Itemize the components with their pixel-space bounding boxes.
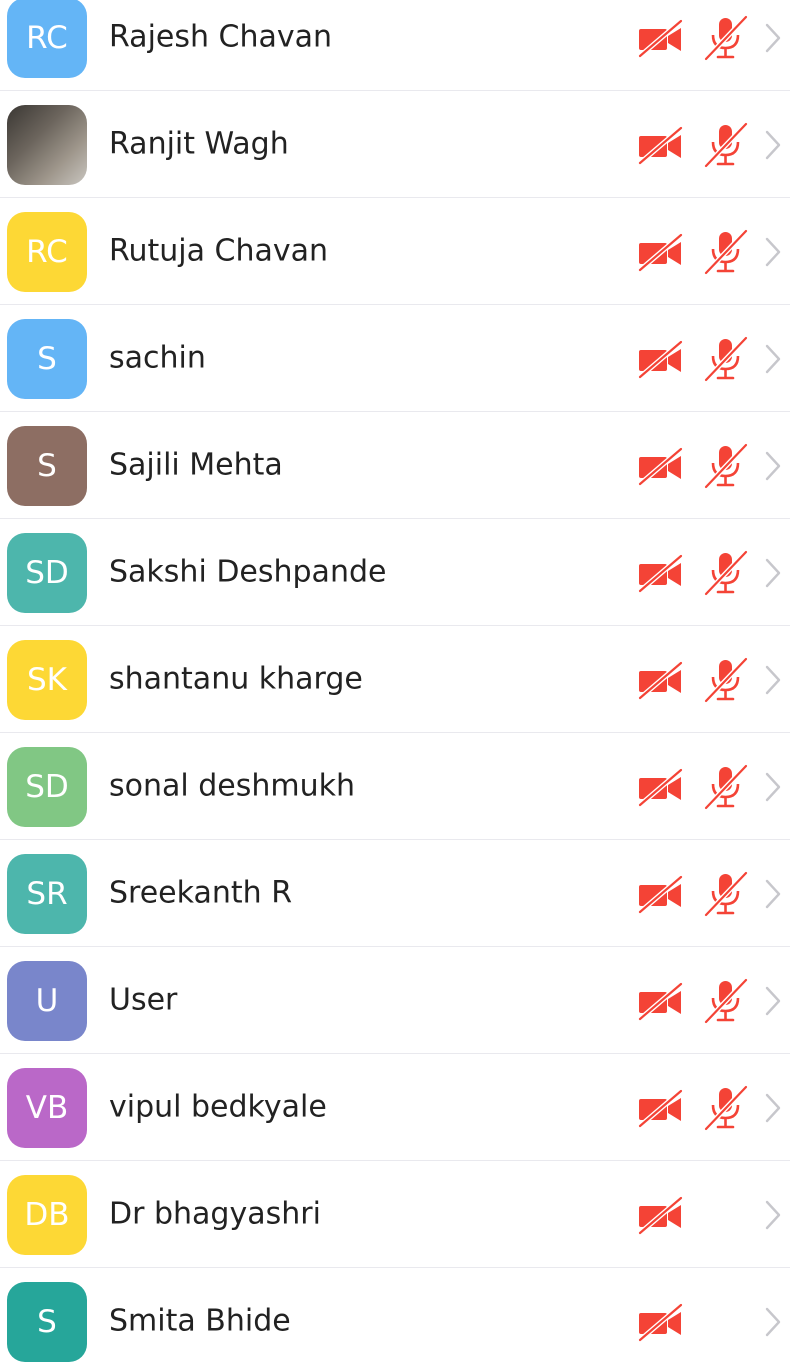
chevron-right-icon[interactable] xyxy=(764,22,782,54)
avatar-initials: RC xyxy=(26,234,68,270)
chevron-right-icon[interactable] xyxy=(764,1092,782,1124)
mic-off-icon xyxy=(703,121,749,169)
participant-name: Dr bhagyashri xyxy=(109,1196,321,1232)
participant-name: Smita Bhide xyxy=(109,1303,291,1339)
chevron-right-icon[interactable] xyxy=(764,985,782,1017)
video-off-icon xyxy=(637,553,685,594)
participant-name: sonal deshmukh xyxy=(109,768,356,804)
mic-off-icon xyxy=(703,228,749,276)
mic-off-icon xyxy=(703,763,749,811)
avatar-photo xyxy=(7,105,87,185)
avatar-initials: S xyxy=(37,448,57,484)
mic-off-icon xyxy=(703,977,749,1025)
participant-name: User xyxy=(109,982,178,1018)
avatar: RC xyxy=(7,0,87,78)
chevron-right-icon[interactable] xyxy=(764,1199,782,1231)
avatar: DB xyxy=(7,1175,87,1255)
avatar-initials: SD xyxy=(25,769,69,805)
participant-name: Sreekanth R xyxy=(109,875,293,911)
participant-row[interactable]: SK shantanu kharge xyxy=(0,626,790,733)
chevron-right-icon[interactable] xyxy=(764,771,782,803)
avatar-initials: S xyxy=(37,1304,57,1340)
avatar: S xyxy=(7,319,87,399)
participant-row[interactable]: Ssachin xyxy=(0,305,790,412)
participant-name: shantanu kharge xyxy=(109,661,363,697)
avatar-initials: RC xyxy=(26,20,68,56)
participant-row[interactable]: RC Rajesh Chavan xyxy=(0,0,790,91)
avatar: RC xyxy=(7,212,87,292)
mic-off-icon xyxy=(703,1084,749,1132)
video-off-icon xyxy=(637,874,685,915)
video-off-icon xyxy=(637,446,685,487)
avatar-initials: SR xyxy=(26,876,68,912)
avatar-initials: S xyxy=(37,341,57,377)
avatar-initials: DB xyxy=(24,1197,70,1233)
avatar: U xyxy=(7,961,87,1041)
video-off-icon xyxy=(637,1302,685,1343)
chevron-right-icon[interactable] xyxy=(764,129,782,161)
chevron-right-icon[interactable] xyxy=(764,343,782,375)
mic-off-icon xyxy=(703,335,749,383)
avatar: SR xyxy=(7,854,87,934)
chevron-right-icon[interactable] xyxy=(764,450,782,482)
mic-off-icon xyxy=(703,14,749,62)
video-off-icon xyxy=(637,125,685,166)
participant-name: Rajesh Chavan xyxy=(109,19,333,55)
avatar: SD xyxy=(7,747,87,827)
chevron-right-icon[interactable] xyxy=(764,664,782,696)
avatar-initials: SK xyxy=(26,662,67,698)
avatar: SD xyxy=(7,533,87,613)
video-off-icon xyxy=(637,660,685,701)
video-off-icon xyxy=(637,18,685,59)
participant-row[interactable]: S Smita Bhide xyxy=(0,1268,790,1364)
participant-row[interactable]: SD Sakshi Deshpande xyxy=(0,519,790,626)
mic-off-icon xyxy=(703,870,749,918)
participant-row[interactable]: S Sajili Mehta xyxy=(0,412,790,519)
avatar: S xyxy=(7,1282,87,1362)
participant-row[interactable]: U User xyxy=(0,947,790,1054)
chevron-right-icon[interactable] xyxy=(764,878,782,910)
video-off-icon xyxy=(637,767,685,808)
mic-off-icon xyxy=(703,549,749,597)
video-off-icon xyxy=(637,1088,685,1129)
participant-list: RC Rajesh Chavan Ranjit Wagh RC Rutuja Cha… xyxy=(0,0,790,1364)
avatar-initials: VB xyxy=(25,1090,69,1126)
video-off-icon xyxy=(637,981,685,1022)
video-off-icon xyxy=(637,1195,685,1236)
participant-row[interactable]: SD sonal deshmukh xyxy=(0,733,790,840)
avatar-initials: SD xyxy=(25,555,69,591)
chevron-right-icon[interactable] xyxy=(764,1306,782,1338)
participant-name: Rutuja Chavan xyxy=(109,233,329,269)
participant-row[interactable]: Ranjit Wagh xyxy=(0,91,790,198)
mic-off-icon xyxy=(703,656,749,704)
mic-off-icon xyxy=(703,442,749,490)
participant-name: vipul bedkyale xyxy=(109,1089,327,1125)
participant-row[interactable]: DB Dr bhagyashri xyxy=(0,1161,790,1268)
participant-name: Sajili Mehta xyxy=(109,447,283,483)
avatar: SK xyxy=(7,640,87,720)
avatar: VB xyxy=(7,1068,87,1148)
participant-row[interactable]: VB vipul bedkyale xyxy=(0,1054,790,1161)
participant-name: Ranjit Wagh xyxy=(109,126,289,162)
video-off-icon xyxy=(637,339,685,380)
chevron-right-icon[interactable] xyxy=(764,557,782,589)
avatar: S xyxy=(7,426,87,506)
participant-row[interactable]: RC Rutuja Chavan xyxy=(0,198,790,305)
participant-row[interactable]: SR Sreekanth R xyxy=(0,840,790,947)
avatar-initials: U xyxy=(35,983,59,1019)
participant-name: Sakshi Deshpande xyxy=(109,554,387,590)
participant-name: sachin xyxy=(109,340,206,376)
chevron-right-icon[interactable] xyxy=(764,236,782,268)
video-off-icon xyxy=(637,232,685,273)
